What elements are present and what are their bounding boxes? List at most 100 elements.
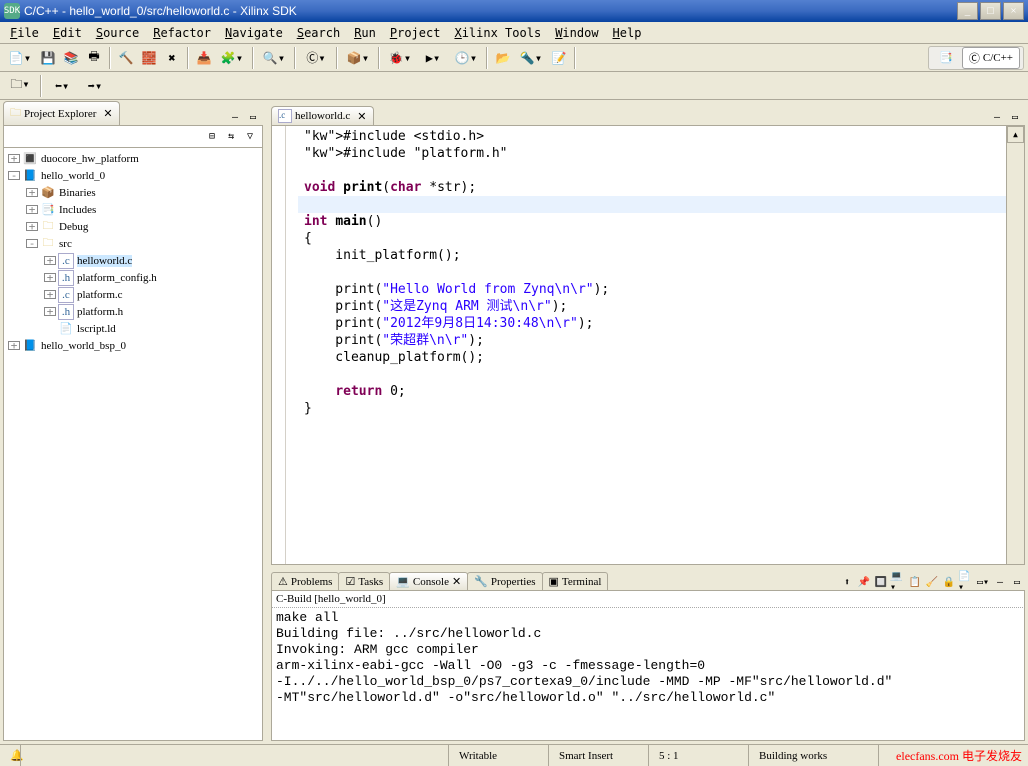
fold-gutter <box>286 126 298 564</box>
toggle-mark-button[interactable]: 📝 <box>548 47 570 69</box>
tab-terminal[interactable]: ▣Terminal <box>542 572 609 590</box>
close-button[interactable]: × <box>1003 2 1024 20</box>
expand-icon[interactable]: + <box>26 222 38 231</box>
tree-item-includes[interactable]: +📑Includes <box>4 201 262 218</box>
tree-item-hello-world-0[interactable]: -📘hello_world_0 <box>4 167 262 184</box>
menu-navigate[interactable]: Navigate <box>219 24 289 42</box>
view-menu-button[interactable]: ▽ <box>242 129 258 145</box>
console-tool-6[interactable]: 🔒 <box>941 574 957 590</box>
tree-item-src[interactable]: -🗀src <box>4 235 262 252</box>
expand-icon[interactable]: + <box>8 154 20 163</box>
expand-icon[interactable]: + <box>44 256 56 265</box>
program-fpga-button[interactable]: 📥 <box>193 47 215 69</box>
forward-button[interactable]: ➡▾ <box>79 75 111 97</box>
back-button[interactable]: ⬅▾ <box>46 75 78 97</box>
build-button[interactable]: 🔨 <box>115 47 137 69</box>
search-button[interactable]: 🔦▾ <box>515 47 547 69</box>
tree-item-debug[interactable]: +🗀Debug <box>4 218 262 235</box>
console-tool-3[interactable]: 💻▾ <box>890 574 906 590</box>
menu-window[interactable]: Window <box>549 24 604 42</box>
console-tool-9[interactable]: — <box>992 574 1008 590</box>
create-bsp-button[interactable]: 🧩▾ <box>216 47 248 69</box>
menu-xilinx-tools[interactable]: Xilinx Tools <box>448 24 547 42</box>
status-icon[interactable]: 🔔 <box>0 745 20 766</box>
tab-console[interactable]: 💻Console✕ <box>389 572 468 590</box>
menu-edit[interactable]: Edit <box>47 24 88 42</box>
menu-refactor[interactable]: Refactor <box>147 24 217 42</box>
save-all-button[interactable]: 📚 <box>60 47 82 69</box>
console-output[interactable]: make all Building file: ../src/helloworl… <box>271 608 1025 741</box>
tree-item-lscript-ld[interactable]: 📄lscript.ld <box>4 320 262 337</box>
run-button[interactable]: ▶▾ <box>417 47 449 69</box>
console-tool-1[interactable]: 📌 <box>856 574 872 590</box>
console-tool-0[interactable]: ⬆ <box>839 574 855 590</box>
menu-source[interactable]: Source <box>90 24 145 42</box>
console-tool-5[interactable]: 🧹 <box>924 574 940 590</box>
tree-item-hello-world-bsp-0[interactable]: +📘hello_world_bsp_0 <box>4 337 262 354</box>
menu-file[interactable]: File <box>4 24 45 42</box>
editor-maximize-button[interactable]: ▭ <box>1007 109 1023 125</box>
cpp-perspective-button[interactable]: Ⓒ C/C++ <box>962 47 1020 69</box>
project-explorer-panel: 🗀 Project Explorer ✕ — ▭ ⊟ ⇆ ▽ +🔳duocore… <box>0 100 268 744</box>
tab-tasks[interactable]: ☑Tasks <box>338 572 390 590</box>
close-icon[interactable]: ✕ <box>103 107 112 120</box>
tab-properties[interactable]: 🔧Properties <box>467 572 542 590</box>
menu-search[interactable]: Search <box>291 24 346 42</box>
new-c-button[interactable]: Ⓒ▾ <box>300 47 332 69</box>
launch-button[interactable]: 📦▾ <box>342 47 374 69</box>
minimize-button[interactable]: _ <box>957 2 978 20</box>
scroll-up-icon[interactable]: ▴ <box>1007 126 1024 143</box>
open-perspective-button[interactable]: 📑 <box>932 48 960 67</box>
expand-icon[interactable]: + <box>44 273 56 282</box>
open-element-button[interactable]: 📂 <box>492 47 514 69</box>
new-button[interactable]: 📄▾ <box>4 47 36 69</box>
tree-item-platform-c[interactable]: +.cplatform.c <box>4 286 262 303</box>
collapse-all-button[interactable]: ⊟ <box>204 129 220 145</box>
maximize-button[interactable]: □ <box>980 2 1001 20</box>
expand-icon[interactable]: + <box>26 188 38 197</box>
link-editor-button[interactable]: ⇆ <box>223 129 239 145</box>
maximize-view-button[interactable]: ▭ <box>245 109 261 125</box>
menu-run[interactable]: Run <box>348 24 382 42</box>
project-explorer-tab[interactable]: 🗀 Project Explorer ✕ <box>3 101 120 125</box>
minimize-view-button[interactable]: — <box>227 109 243 125</box>
c-file-icon: .c <box>278 109 292 123</box>
expand-icon[interactable]: + <box>26 205 38 214</box>
editor-minimize-button[interactable]: — <box>989 109 1005 125</box>
expand-icon[interactable]: + <box>44 307 56 316</box>
code-editor[interactable]: "kw">#include <stdio.h> "kw">#include "p… <box>271 125 1025 565</box>
save-button[interactable]: 💾 <box>37 47 59 69</box>
expand-icon[interactable]: - <box>26 239 38 248</box>
build-all-button[interactable]: 🧱 <box>138 47 160 69</box>
overview-ruler[interactable]: ▴ <box>1006 126 1024 564</box>
code-area[interactable]: "kw">#include <stdio.h> "kw">#include "p… <box>298 126 1006 564</box>
window-title: C/C++ - hello_world_0/src/helloworld.c -… <box>24 4 957 18</box>
close-icon[interactable]: ✕ <box>452 575 461 588</box>
nav-menu-button[interactable]: 🗀▾ <box>4 75 36 97</box>
tab-problems[interactable]: ⚠Problems <box>271 572 339 590</box>
expand-icon[interactable]: + <box>44 290 56 299</box>
tree-item-platform-config-h[interactable]: +.hplatform_config.h <box>4 269 262 286</box>
open-type-button[interactable]: 🔍▾ <box>258 47 290 69</box>
expand-icon[interactable]: + <box>8 341 20 350</box>
menu-project[interactable]: Project <box>384 24 447 42</box>
profile-button[interactable]: 🕒▾ <box>450 47 482 69</box>
print-button[interactable]: 🖶 <box>83 47 105 69</box>
console-tool-10[interactable]: ▭ <box>1009 574 1025 590</box>
tree-item-binaries[interactable]: +📦Binaries <box>4 184 262 201</box>
project-tree[interactable]: +🔳duocore_hw_platform-📘hello_world_0+📦Bi… <box>3 147 263 741</box>
app-icon: SDK <box>4 3 20 19</box>
editor-tab[interactable]: .c helloworld.c ✕ <box>271 106 374 125</box>
console-tool-4[interactable]: 📋 <box>907 574 923 590</box>
close-tab-icon[interactable]: ✕ <box>357 110 366 123</box>
debug-button[interactable]: 🐞▾ <box>384 47 416 69</box>
console-tool-2[interactable]: 🔲 <box>873 574 889 590</box>
console-tool-8[interactable]: ▭▾ <box>975 574 991 590</box>
menu-help[interactable]: Help <box>607 24 648 42</box>
expand-icon[interactable]: - <box>8 171 20 180</box>
tree-item-helloworld-c[interactable]: +.chelloworld.c <box>4 252 262 269</box>
tree-item-platform-h[interactable]: +.hplatform.h <box>4 303 262 320</box>
console-tool-7[interactable]: 📄▾ <box>958 574 974 590</box>
cancel-build-button[interactable]: ✖ <box>161 47 183 69</box>
tree-item-duocore-hw-platform[interactable]: +🔳duocore_hw_platform <box>4 150 262 167</box>
